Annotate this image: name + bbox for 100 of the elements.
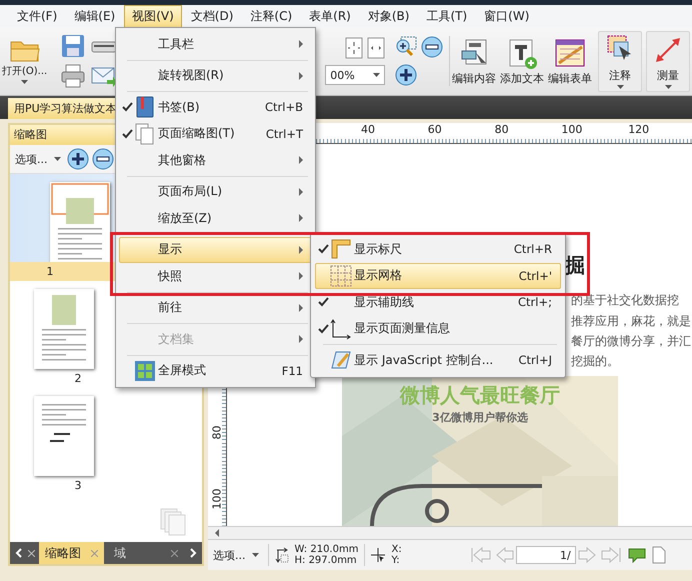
caret-icon <box>252 553 258 557</box>
zoom-marquee-icon <box>395 36 418 58</box>
submenu-arrow-icon <box>299 246 303 254</box>
options-dropdown[interactable]: 选项... <box>12 152 64 166</box>
shortcut-text: F11 <box>282 364 303 378</box>
checkmark-icon <box>318 324 328 334</box>
submenu-arrow-icon <box>299 272 303 280</box>
menu-item[interactable]: 窗口(W) <box>476 4 538 28</box>
caret-icon <box>373 73 380 77</box>
banner-title: 微博人气最旺餐厅 <box>398 382 561 409</box>
caret-icon <box>664 84 672 88</box>
crosshair-icon <box>371 548 386 562</box>
console-icon <box>330 349 352 372</box>
ruler-label: 120 <box>627 123 650 138</box>
menu-item[interactable]: 显示标尺 Ctrl+R <box>315 236 561 262</box>
caret-icon <box>21 80 28 84</box>
menu-item[interactable]: 工具栏 <box>119 31 312 58</box>
menu-item[interactable]: 对象(B) <box>360 4 418 28</box>
checkmark-icon <box>122 102 132 112</box>
zoom-out-icon <box>421 36 444 58</box>
panel-tab[interactable]: 域 <box>108 542 184 564</box>
checkmark-icon <box>318 244 328 254</box>
pages-icon <box>160 508 186 536</box>
ruler-label: 100 <box>560 123 584 138</box>
submenu-arrow-icon <box>299 214 303 222</box>
menu-item[interactable]: 显示页面测量信息 <box>315 316 561 342</box>
submenu-arrow-icon <box>299 72 303 80</box>
caret-icon <box>54 157 60 161</box>
zoom-field[interactable]: 00% <box>325 65 386 85</box>
menu-item[interactable]: 显示 JavaScript 控制台... Ctrl+J <box>315 347 561 374</box>
body-text: 挖掘的。 <box>571 353 620 370</box>
toolbar-button[interactable]: 添加文本 <box>498 34 546 88</box>
submenu-arrow-icon <box>299 304 303 312</box>
chevron-right-icon <box>188 548 198 558</box>
submenu-arrow-icon <box>299 156 303 164</box>
shortcut-text: Ctrl+; <box>518 295 552 310</box>
ruler-icon <box>330 238 352 260</box>
menu-item[interactable]: 显示网格 Ctrl+' <box>315 262 561 289</box>
zoom-in-icon <box>66 148 88 170</box>
panel-tab[interactable]: 缩略图 <box>39 542 104 564</box>
menu-item[interactable]: 文件(F) <box>9 4 66 28</box>
ruler-label: 60 <box>426 123 443 138</box>
close-icon <box>171 550 178 556</box>
menu-item[interactable]: 工具(T) <box>418 4 476 28</box>
ruler-label: 80 <box>210 424 224 442</box>
page-icon <box>652 546 666 564</box>
pages-icon <box>134 122 156 145</box>
toolbar-button[interactable]: 注释 <box>598 30 642 92</box>
caret-icon <box>616 84 624 88</box>
checkmark-icon <box>318 297 328 308</box>
shortcut-text: Ctrl+J <box>518 353 552 368</box>
width-text: W: 210.0mm <box>294 544 358 555</box>
submenu-arrow-icon <box>299 188 303 196</box>
scroll-left-icon <box>214 529 220 537</box>
chevron-left-icon <box>14 548 24 558</box>
shortcut-text: Ctrl+R <box>514 242 552 256</box>
fullscreen-icon <box>134 360 156 382</box>
comment-icon <box>628 547 646 563</box>
open-button[interactable]: 打开(O)... <box>2 38 48 84</box>
toolbar-button[interactable]: 测量 <box>646 30 690 92</box>
close-icon <box>28 550 35 556</box>
zoom-out-icon <box>92 148 114 170</box>
submenu-arrow-icon <box>299 335 303 344</box>
fit-page-icon <box>345 37 364 59</box>
last-page-icon <box>600 546 622 564</box>
checkmark-icon <box>122 128 132 139</box>
menu-item[interactable]: 表单(R) <box>301 4 359 28</box>
toolbar-button[interactable]: 编辑表单 <box>546 34 594 88</box>
submenu-arrow-icon <box>299 40 303 48</box>
ruler-label: 100 <box>210 492 224 510</box>
heading-text: 掘 <box>565 252 586 279</box>
menu-item[interactable]: 旋转视图(R) <box>119 62 312 89</box>
toolbar-button[interactable]: 编辑内容 <box>450 34 498 88</box>
ruler-label: 80 <box>494 123 510 138</box>
dimension-icon <box>274 547 288 563</box>
options-dropdown[interactable]: 选项... <box>210 548 262 562</box>
menu-item[interactable]: 显示 <box>119 236 312 263</box>
close-icon <box>91 550 98 556</box>
zoom-in-icon <box>395 64 418 86</box>
horizontal-scrollbar[interactable] <box>208 526 692 539</box>
menu-item[interactable]: 全屏模式 F11 <box>119 358 312 384</box>
menu-item[interactable]: 视图(V) <box>124 4 182 28</box>
y-coordinate: Y: <box>391 555 401 566</box>
edit-form-icon <box>554 36 586 68</box>
x-coordinate: X: <box>391 544 402 555</box>
body-text: 餐厅的微博分享，并汇 <box>571 333 692 350</box>
bookmark-icon <box>134 96 156 118</box>
height-text: H: 297.0mm <box>294 555 358 566</box>
menu-item[interactable]: 文档(D) <box>182 4 242 28</box>
first-page-icon <box>470 546 492 564</box>
body-text: 推荐应用，麻花，就是 <box>571 312 692 330</box>
axis-icon <box>330 318 352 340</box>
menu-item[interactable]: 前往 <box>119 294 312 321</box>
page-number-field[interactable]: 1/ <box>516 546 576 564</box>
printer-icon <box>61 64 86 88</box>
menu-item[interactable]: 编辑(E) <box>66 4 124 28</box>
menu-item[interactable]: 注释(C) <box>242 4 300 28</box>
menu-item[interactable]: 其他窗格 <box>119 147 312 174</box>
shortcut-text: Ctrl+' <box>518 268 552 283</box>
shortcut-text: Ctrl+T <box>266 126 303 141</box>
